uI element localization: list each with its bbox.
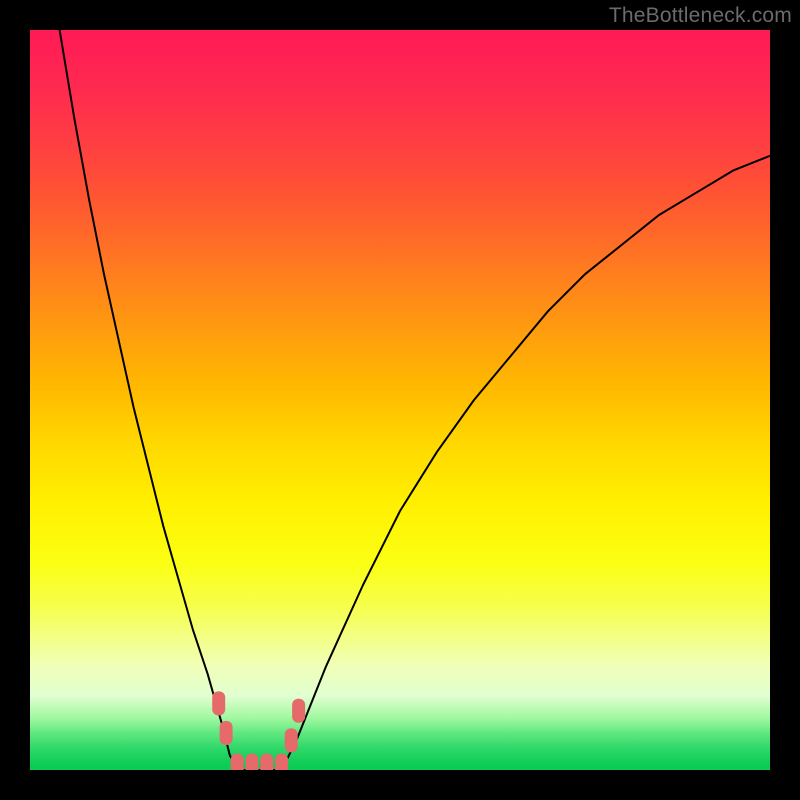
marker-group: [212, 691, 305, 770]
curve-svg: [30, 30, 770, 770]
curve-path: [60, 30, 770, 770]
highlight-marker: [292, 699, 305, 723]
chart-container: TheBottleneck.com: [0, 0, 800, 800]
bottleneck-curve: [60, 30, 770, 770]
highlight-marker: [246, 754, 259, 770]
highlight-marker: [220, 721, 233, 745]
watermark-text: TheBottleneck.com: [609, 4, 792, 28]
highlight-marker: [260, 754, 273, 770]
highlight-marker: [231, 754, 244, 770]
highlight-marker: [285, 728, 298, 752]
highlight-marker: [275, 754, 288, 770]
plot-area: [30, 30, 770, 770]
highlight-marker: [212, 691, 225, 715]
